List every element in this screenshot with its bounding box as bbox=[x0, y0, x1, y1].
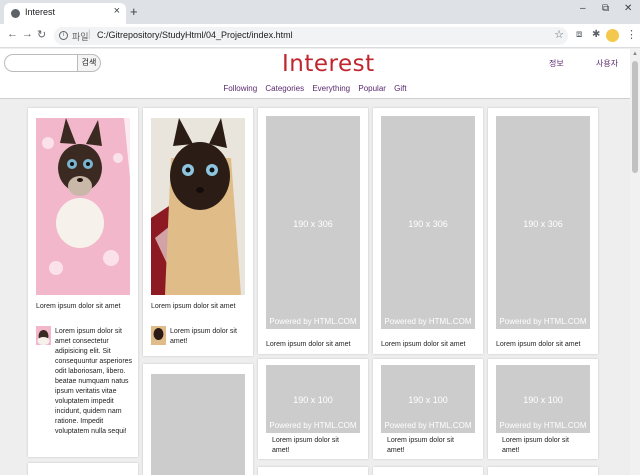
card-title: Lorem ipsum dolor sit amet bbox=[496, 341, 581, 348]
card-title: Lorem ipsum dolor sit amet bbox=[151, 303, 236, 310]
browser-titlebar: Interest × + – ⧉ ✕ bbox=[0, 0, 640, 24]
pin-card[interactable]: 190 x 306 Powered by HTML.COM Lorem ipsu… bbox=[488, 108, 598, 354]
pin-card[interactable]: Lorem ipsum dolor sit amet Lorem ipsum d… bbox=[28, 108, 138, 457]
page-viewport: 검색 Interest 정보 사용자 Following Categories … bbox=[0, 49, 630, 475]
menu-icon[interactable]: ⋮ bbox=[626, 28, 637, 41]
cat-photo bbox=[151, 118, 245, 295]
card-description: Lorem ipsum dolor sit amet! bbox=[387, 437, 454, 454]
pin-card[interactable]: 190 x 100 Powered by HTML.COM Lorem ipsu… bbox=[373, 359, 483, 459]
image-placeholder: 190 x 306 Powered by HTML.COM bbox=[381, 116, 475, 329]
nav-everything[interactable]: Everything bbox=[312, 84, 350, 93]
card-title: Lorem ipsum dolor sit amet bbox=[36, 303, 121, 310]
card-description: Lorem ipsum dolor sit amet! bbox=[502, 437, 569, 454]
pin-card[interactable] bbox=[488, 467, 598, 475]
minimize-button[interactable]: – bbox=[580, 3, 586, 14]
image-placeholder: 190 x 100 Powered by HTML.COM bbox=[381, 365, 475, 433]
maximize-button[interactable]: ⧉ bbox=[602, 3, 609, 14]
pin-card[interactable]: 190 x 306 Powered by HTML.COM Lorem ipsu… bbox=[373, 108, 483, 354]
url-scheme: 파일 bbox=[72, 32, 89, 42]
author-avatar bbox=[151, 326, 166, 345]
pin-card[interactable]: 190 x 100 Powered by HTML.COM Lorem ipsu… bbox=[258, 359, 368, 459]
back-button[interactable]: ← bbox=[7, 28, 18, 40]
reload-button[interactable]: ↻ bbox=[37, 28, 46, 41]
pin-card[interactable]: Lorem ipsum dolor sit amet Lorem ipsum d… bbox=[143, 108, 253, 356]
browser-toolbar: ← → ↻ i 파일 | C:/Gitrepository/StudyHtml/… bbox=[0, 24, 640, 48]
puzzle-icon[interactable]: ✱ bbox=[592, 29, 600, 40]
globe-icon bbox=[11, 9, 20, 18]
nav-following[interactable]: Following bbox=[223, 84, 257, 93]
site-header: 검색 Interest 정보 사용자 Following Categories … bbox=[0, 49, 630, 99]
site-logo[interactable]: Interest bbox=[282, 51, 375, 77]
page-scrollbar[interactable]: ▲ bbox=[630, 49, 640, 475]
card-title: Lorem ipsum dolor sit amet bbox=[381, 341, 466, 348]
card-description: Lorem ipsum dolor sit amet consectetur a… bbox=[55, 328, 133, 435]
close-window-button[interactable]: ✕ bbox=[624, 3, 632, 14]
category-nav: Following Categories Everything Popular … bbox=[0, 84, 630, 93]
image-placeholder: 190 x 306 Powered by HTML.COM bbox=[496, 116, 590, 329]
info-link[interactable]: 정보 bbox=[549, 58, 564, 69]
nav-popular[interactable]: Popular bbox=[358, 84, 386, 93]
image-placeholder: 190 x 100 Powered by HTML.COM bbox=[266, 365, 360, 433]
pin-card[interactable] bbox=[258, 467, 368, 475]
pin-card[interactable]: 190 x 100 Powered by HTML.COM Lorem ipsu… bbox=[488, 359, 598, 459]
tab-title: Interest bbox=[25, 7, 56, 17]
extension-box-icon[interactable]: ⧈ bbox=[576, 29, 582, 40]
tab-close-icon[interactable]: × bbox=[114, 5, 120, 17]
new-tab-button[interactable]: + bbox=[130, 4, 138, 19]
card-title: Lorem ipsum dolor sit amet bbox=[266, 341, 351, 348]
card-description: Lorem ipsum dolor sit amet! bbox=[170, 328, 237, 345]
profile-avatar[interactable] bbox=[606, 29, 619, 42]
star-icon[interactable]: ☆ bbox=[554, 28, 564, 41]
pin-card[interactable]: 190 x 306 Powered by HTML.COM Lorem ipsu… bbox=[258, 108, 368, 354]
image-placeholder bbox=[151, 374, 245, 475]
forward-button[interactable]: → bbox=[22, 28, 33, 40]
search-input[interactable] bbox=[4, 54, 77, 72]
pin-card[interactable] bbox=[373, 467, 483, 475]
url-separator: | bbox=[88, 29, 91, 40]
nav-gift[interactable]: Gift bbox=[394, 84, 406, 93]
pin-card[interactable] bbox=[28, 463, 138, 475]
tab-interest[interactable]: Interest × bbox=[4, 3, 126, 24]
image-placeholder: 190 x 306 Powered by HTML.COM bbox=[266, 116, 360, 329]
card-description: Lorem ipsum dolor sit amet! bbox=[272, 437, 339, 454]
scroll-thumb[interactable] bbox=[632, 61, 638, 173]
address-bar[interactable]: i 파일 | C:/Gitrepository/StudyHtml/04_Pro… bbox=[54, 27, 568, 45]
nav-categories[interactable]: Categories bbox=[265, 84, 304, 93]
cat-photo bbox=[36, 118, 130, 295]
author-avatar bbox=[36, 326, 51, 345]
pin-card[interactable] bbox=[143, 364, 253, 475]
search-button[interactable]: 검색 bbox=[77, 54, 101, 72]
info-icon[interactable]: i bbox=[59, 31, 68, 40]
user-link[interactable]: 사용자 bbox=[596, 58, 618, 69]
scroll-up-icon[interactable]: ▲ bbox=[632, 51, 638, 57]
image-placeholder: 190 x 100 Powered by HTML.COM bbox=[496, 365, 590, 433]
url-text[interactable]: C:/Gitrepository/StudyHtml/04_Project/in… bbox=[97, 30, 293, 40]
